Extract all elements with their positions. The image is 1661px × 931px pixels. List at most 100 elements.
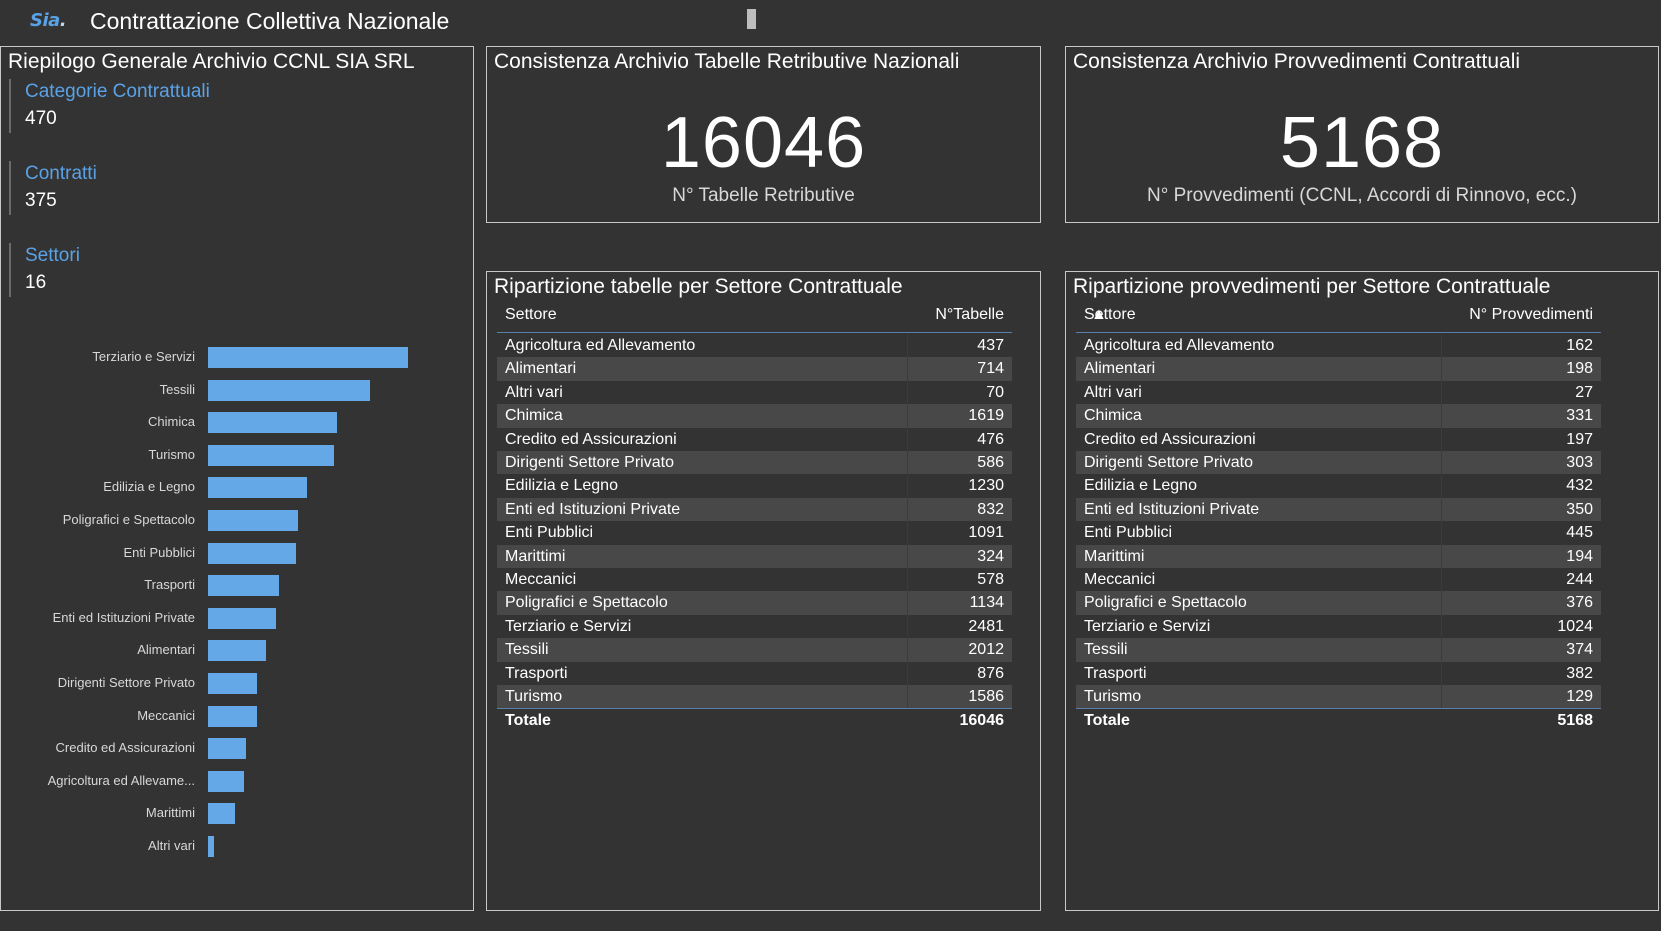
app-title: Contrattazione Collettiva Nazionale [90,8,450,34]
column-divider [1441,451,1442,475]
col-header-provvedimenti[interactable]: N° Provvedimenti [1469,306,1593,324]
column-divider [907,451,908,475]
cell-value: 2012 [968,641,1004,659]
table-row[interactable]: Altri vari 27 [1076,380,1601,405]
bar[interactable] [208,738,247,760]
table-row[interactable]: Enti Pubblici 1091 [497,521,1012,545]
table-row[interactable]: Meccanici 244 [1076,568,1601,592]
table-row[interactable]: Credito ed Assicurazioni 476 [497,427,1012,451]
bar[interactable] [208,803,236,825]
column-divider [1441,357,1442,381]
cell-settore: Agricoltura ed Allevamento [505,337,696,354]
cell-settore: Terziario e Servizi [505,617,632,635]
col-header-tabelle[interactable]: N°Tabelle [935,306,1004,324]
table-row[interactable]: Alimentari 198 [1076,357,1601,381]
column-divider [907,497,908,522]
table-row[interactable]: Trasporti 876 [497,661,1012,685]
table-row[interactable]: Tessili 374 [1076,638,1601,662]
table-row[interactable]: Meccanici 578 [497,568,1012,592]
cell-value: 1230 [968,477,1004,495]
card-tabelle-caption: N° Tabelle Retributive [672,185,855,206]
cell-value: 197 [1566,430,1593,448]
table-row[interactable]: Agricoltura ed Allevamento 437 [497,334,1012,358]
bar[interactable] [208,477,307,499]
bar[interactable] [208,347,408,368]
total-value: 16046 [959,712,1005,730]
bar[interactable] [208,705,258,727]
table-tabelle-title: Ripartizione tabelle per Settore Contrat… [494,275,903,298]
sort-ascending-icon[interactable]: ▲ [1091,306,1107,324]
card-tabelle-value: 16046 [660,103,867,183]
table-row[interactable]: Alimentari 714 [497,357,1012,381]
panel-table-tabelle: Ripartizione tabelle per Settore Contrat… [486,271,1041,911]
summary-title: Riepilogo Generale Archivio CCNL SIA SRL [8,50,415,73]
column-divider [907,404,908,428]
table-row[interactable]: Trasporti 382 [1076,661,1601,685]
kpi-value: 470 [25,108,57,129]
table-row[interactable]: Turismo 129 [1076,685,1601,709]
table-row[interactable]: Marittimi 324 [497,544,1012,568]
table-row[interactable]: Tessili 2012 [497,638,1012,662]
bar-label: Turismo [148,446,195,462]
table-row[interactable]: Poligrafici e Spettacolo 376 [1076,591,1601,615]
table-row[interactable]: Enti ed Istituzioni Private 832 [497,497,1012,522]
column-divider [907,685,908,709]
total-label: Totale [1084,712,1130,730]
cell-settore: Altri vari [505,383,563,401]
cell-value: 162 [1566,337,1593,354]
cell-value: 350 [1566,500,1593,518]
drag-handle[interactable] [747,9,756,29]
bar[interactable] [208,444,335,466]
table-row[interactable]: Dirigenti Settore Privato 303 [1076,451,1601,475]
cell-value: 586 [977,454,1004,471]
bar[interactable] [208,575,280,597]
table-row[interactable]: Poligrafici e Spettacolo 1134 [497,591,1012,615]
table-row[interactable]: Agricoltura ed Allevamento 162 [1076,334,1601,358]
cell-settore: Marittimi [1084,547,1145,565]
column-divider [907,568,908,592]
table-row[interactable]: Terziario e Servizi 1024 [1076,614,1601,639]
bar[interactable] [208,640,266,662]
column-divider [1441,497,1442,522]
table-row[interactable]: Credito ed Assicurazioni 197 [1076,427,1601,451]
col-header-settore[interactable]: Settore [505,306,557,324]
bar[interactable] [208,836,214,857]
cell-settore: Trasporti [1084,664,1147,682]
bar[interactable] [208,510,299,531]
table-row[interactable]: Enti ed Istituzioni Private 350 [1076,497,1601,522]
column-divider [907,544,908,568]
column-divider [907,591,908,615]
bar[interactable] [208,673,258,694]
cell-settore: Credito ed Assicurazioni [1084,430,1256,448]
cell-settore: Dirigenti Settore Privato [1084,454,1253,471]
logo-text: Sia [30,10,60,31]
column-divider [907,521,908,545]
column-divider [907,427,908,451]
bar[interactable] [208,412,337,434]
table-row[interactable]: Turismo 1586 [497,685,1012,709]
table-row[interactable]: Chimica 331 [1076,404,1601,428]
column-divider [907,357,908,381]
table-row[interactable]: Edilizia e Legno 1230 [497,474,1012,498]
cell-settore: Altri vari [1084,383,1142,401]
table-row[interactable]: Enti Pubblici 445 [1076,521,1601,545]
card-provvedimenti-value: 5168 [1279,103,1445,183]
cell-value: 1619 [968,407,1004,425]
bar[interactable] [208,607,277,629]
bar[interactable] [208,770,244,792]
table-row[interactable]: Chimica 1619 [497,404,1012,428]
table-row[interactable]: Marittimi 194 [1076,544,1601,568]
table-row[interactable]: Altri vari 70 [497,380,1012,405]
bar[interactable] [208,379,370,401]
cell-settore: Edilizia e Legno [505,477,618,495]
bar-label: Altri vari [148,838,195,853]
bar[interactable] [208,542,296,564]
column-divider [1441,568,1442,592]
card-tabelle-title: Consistenza Archivio Tabelle Retributive… [494,50,960,73]
table-row[interactable]: Edilizia e Legno 432 [1076,474,1601,498]
cell-value: 2481 [968,617,1004,635]
table-row[interactable]: Dirigenti Settore Privato 586 [497,451,1012,475]
table-row[interactable]: Terziario e Servizi 2481 [497,614,1012,639]
bar-label: Dirigenti Settore Privato [57,675,195,690]
card-provvedimenti-caption: N° Provvedimenti (CCNL, Accordi di Rinno… [1147,185,1577,206]
